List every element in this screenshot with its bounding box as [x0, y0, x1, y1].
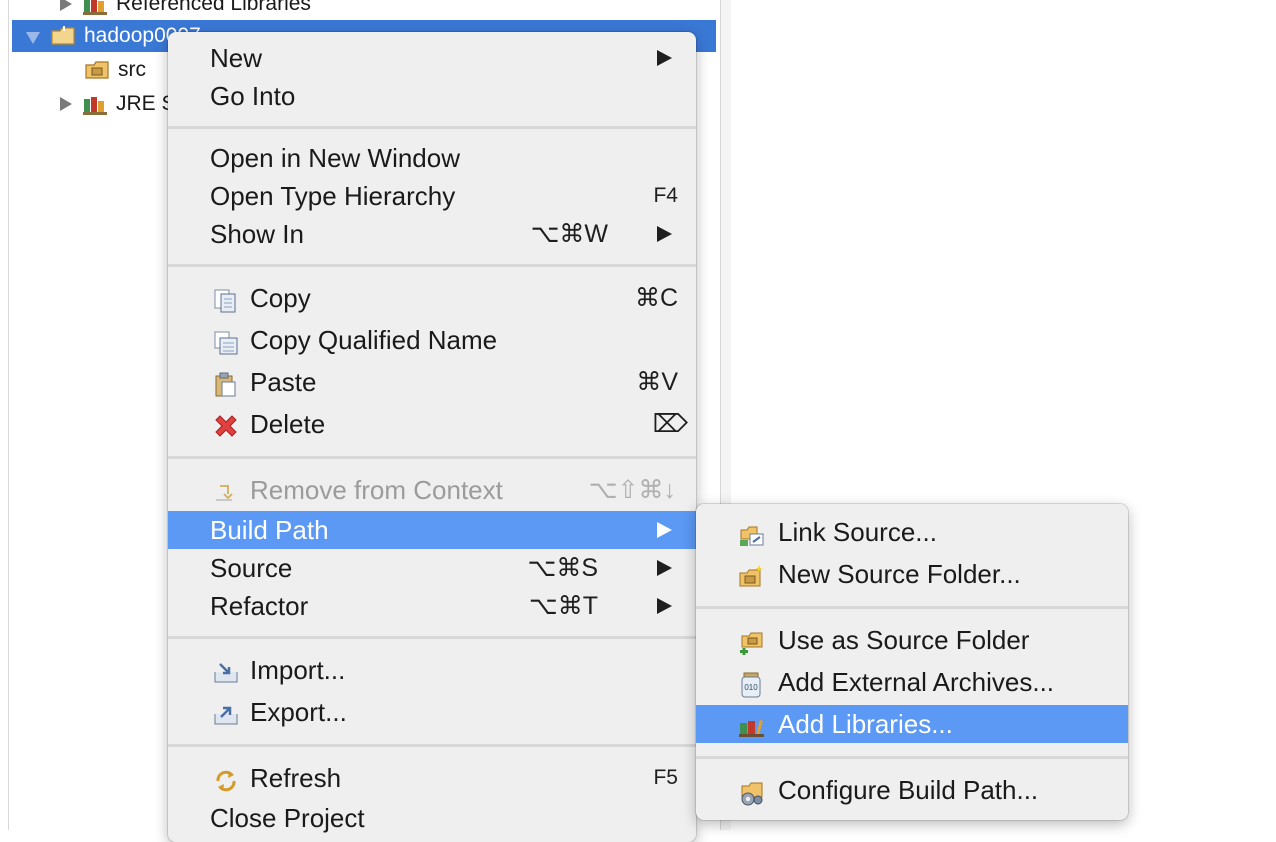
jar-archive-icon: 010 — [738, 670, 766, 698]
menu-label: Remove from Context — [250, 475, 503, 505]
menu-label: Use as Source Folder — [778, 625, 1030, 655]
menu-label: Copy Qualified Name — [250, 325, 498, 355]
menu-item-source[interactable]: Source ⌥⌘S — [168, 549, 696, 587]
library-icon — [82, 0, 110, 15]
delete-icon — [212, 412, 240, 437]
library-icon — [738, 712, 766, 737]
menu-label: New Source Folder... — [778, 559, 1021, 589]
menu-label: Delete — [250, 409, 326, 439]
menu-label: Copy — [250, 283, 311, 313]
menu-item-paste[interactable]: Paste ⌘V — [168, 363, 696, 401]
shortcut: ⌥⌘S — [527, 554, 598, 582]
menu-label: Close Project — [210, 803, 365, 833]
menu-item-open-type-hierarchy[interactable]: Open Type Hierarchy F4 — [168, 177, 696, 215]
svg-text:010: 010 — [744, 683, 758, 692]
menu-item-copy-qualified-name[interactable]: Copy Qualified Name — [168, 321, 696, 359]
tree-label: src — [118, 58, 146, 81]
library-icon — [82, 93, 110, 115]
submenu-arrow-icon — [657, 50, 672, 66]
submenu-arrow-icon — [657, 522, 672, 538]
menu-label: New — [210, 43, 263, 73]
menu-separator — [168, 636, 696, 639]
copy-icon — [212, 286, 240, 313]
menu-item-use-as-source-folder[interactable]: Use as Source Folder — [696, 621, 1128, 659]
submenu-arrow-icon — [657, 560, 672, 576]
menu-item-delete[interactable]: Delete ⌦ — [168, 405, 696, 443]
menu-separator — [168, 744, 696, 747]
build-path-submenu: Link Source... New Source Folder... Use … — [696, 504, 1128, 820]
menu-label: Add Libraries... — [778, 709, 953, 739]
refresh-icon — [212, 766, 240, 792]
tree-label: JRE S — [116, 92, 176, 115]
new-source-folder-icon — [738, 562, 766, 587]
package-folder-icon — [84, 59, 112, 81]
shortcut: ⌥⇧⌘↓ — [588, 476, 676, 504]
menu-separator — [168, 126, 696, 129]
menu-item-new[interactable]: New — [168, 39, 696, 77]
menu-item-refresh[interactable]: Refresh F5 — [168, 759, 696, 797]
menu-item-new-source-folder[interactable]: New Source Folder... — [696, 555, 1128, 593]
import-icon — [212, 658, 240, 683]
context-menu: New Go Into Open in New Window Open Type… — [168, 32, 696, 842]
menu-item-close-project[interactable]: Close Project — [168, 799, 696, 837]
submenu-arrow-icon — [657, 226, 672, 242]
menu-label: Export... — [250, 697, 347, 727]
shortcut: ⌘V — [636, 368, 678, 396]
menu-item-copy[interactable]: Copy ⌘C — [168, 279, 696, 317]
menu-label: Show In — [210, 219, 304, 249]
copy-qualified-icon — [212, 328, 240, 355]
tree-item-jre[interactable]: JRE S — [60, 88, 176, 120]
configure-icon — [738, 778, 766, 806]
shortcut: F5 — [653, 766, 678, 789]
menu-label: Add External Archives... — [778, 667, 1055, 697]
menu-item-open-new-window[interactable]: Open in New Window — [168, 139, 696, 177]
collapse-arrow-icon[interactable] — [26, 31, 40, 44]
menu-item-build-path[interactable]: Build Path — [168, 511, 696, 549]
menu-separator — [168, 456, 696, 459]
shortcut: ⌦ — [652, 410, 688, 438]
shortcut: F4 — [653, 184, 678, 207]
project-folder-icon — [50, 25, 78, 47]
tree-label: Referenced Libraries — [116, 0, 311, 15]
menu-item-go-into[interactable]: Go Into — [168, 77, 696, 115]
menu-item-link-source[interactable]: Link Source... — [696, 513, 1128, 551]
menu-label: Configure Build Path... — [778, 775, 1039, 805]
paste-icon — [212, 370, 240, 397]
menu-item-add-libraries[interactable]: Add Libraries... — [696, 705, 1128, 743]
shortcut: ⌥⌘T — [528, 592, 598, 620]
menu-item-export[interactable]: Export... — [168, 693, 696, 731]
menu-label: Refresh — [250, 763, 342, 793]
menu-item-show-in[interactable]: Show In ⌥⌘W — [168, 215, 696, 253]
menu-label: Open Type Hierarchy — [210, 181, 456, 211]
menu-separator — [696, 606, 1128, 609]
menu-label: Import... — [250, 655, 346, 685]
menu-item-import[interactable]: Import... — [168, 651, 696, 689]
expand-arrow-icon[interactable] — [60, 0, 72, 11]
link-source-icon — [738, 520, 766, 546]
menu-item-remove-from-context: Remove from Context ⌥⇧⌘↓ — [168, 471, 696, 509]
menu-item-add-external-archives[interactable]: 010 Add External Archives... — [696, 663, 1128, 701]
menu-label: Build Path — [210, 515, 329, 545]
menu-label: Paste — [250, 367, 317, 397]
tree-item-referenced-libraries[interactable]: Referenced Libraries — [60, 0, 311, 20]
menu-label: Open in New Window — [210, 143, 460, 173]
menu-separator — [696, 756, 1128, 759]
menu-label: Link Source... — [778, 517, 937, 547]
remove-context-icon — [212, 478, 240, 502]
explorer-border — [8, 0, 9, 830]
menu-item-refactor[interactable]: Refactor ⌥⌘T — [168, 587, 696, 625]
menu-item-configure-build-path[interactable]: Configure Build Path... — [696, 771, 1128, 809]
use-source-folder-icon — [738, 628, 766, 655]
shortcut: ⌘C — [634, 284, 678, 312]
menu-separator — [168, 264, 696, 267]
export-icon — [212, 700, 240, 725]
shortcut: ⌥⌘W — [530, 220, 608, 248]
menu-label: Go Into — [210, 81, 296, 111]
submenu-arrow-icon — [657, 598, 672, 614]
menu-label: Source — [210, 553, 293, 583]
tree-item-src[interactable]: src — [84, 54, 146, 86]
expand-arrow-icon[interactable] — [60, 97, 72, 111]
menu-label: Refactor — [210, 591, 309, 621]
